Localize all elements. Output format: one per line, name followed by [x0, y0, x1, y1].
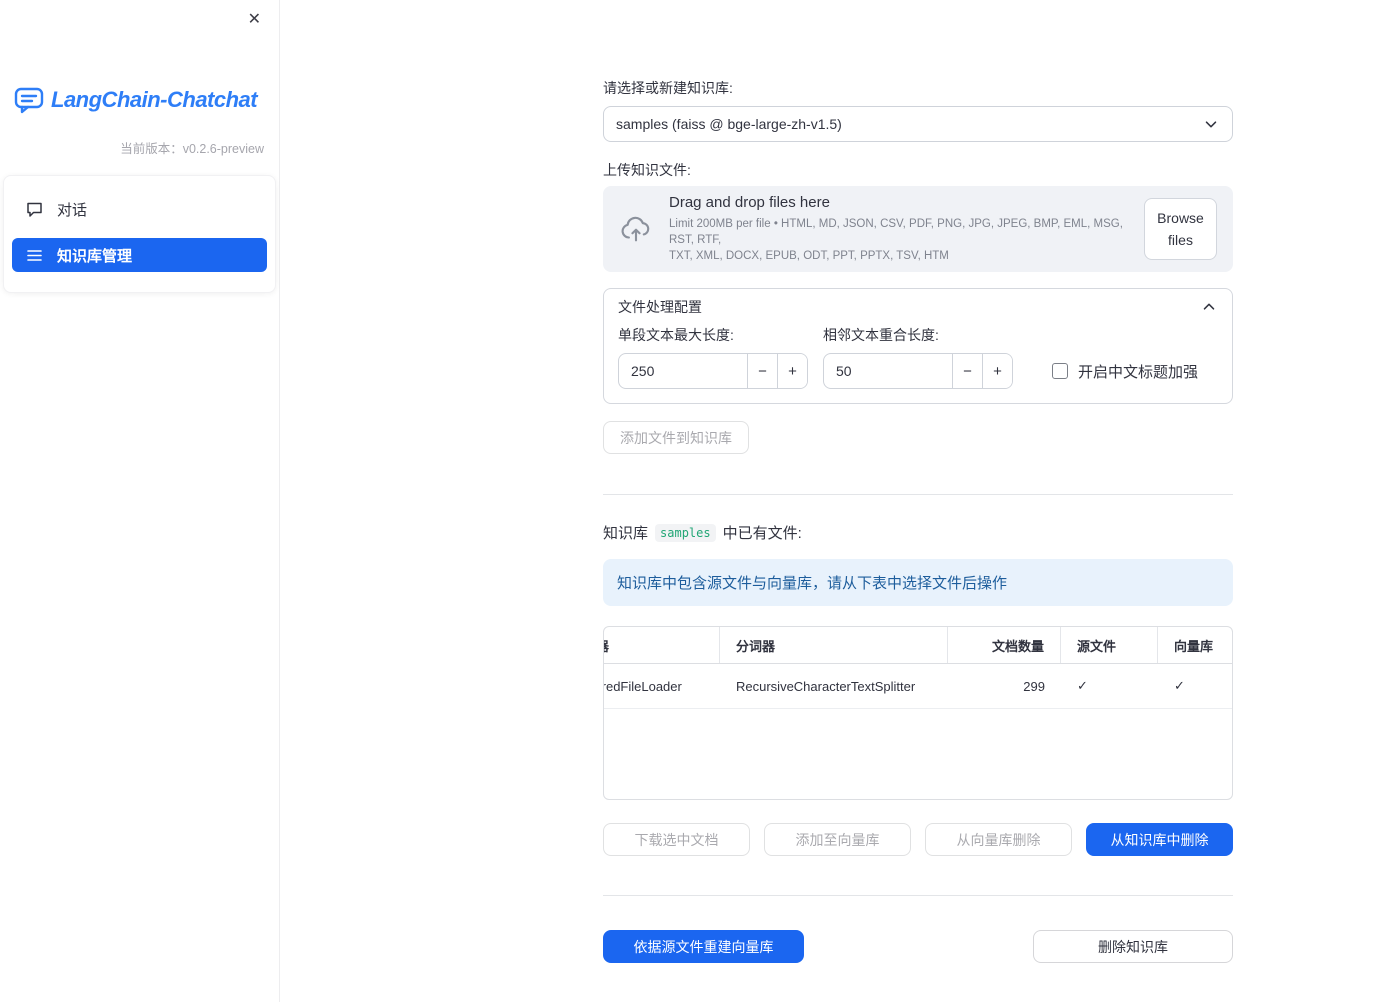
sidebar-close-icon[interactable]: ✕	[244, 8, 265, 32]
decrement-button[interactable]: −	[952, 354, 982, 388]
cell-vector-check: ✓	[1174, 678, 1185, 693]
column-header-vector: 向量库	[1174, 638, 1214, 654]
add-to-vector-button[interactable]: 添加至向量库	[764, 823, 911, 856]
info-banner: 知识库中包含源文件与向量库，请从下表中选择文件后操作	[603, 559, 1233, 606]
dropzone-text: Drag and drop files here Limit 200MB per…	[669, 194, 1144, 264]
kb-files-table[interactable]: 文档加载器 分词器 文档数量 源文件 向量库 UnstructuredFileL…	[603, 626, 1233, 800]
main-area: 请选择或新建知识库: samples (faiss @ bge-large-zh…	[280, 0, 1380, 1002]
kb-select[interactable]: samples (faiss @ bge-large-zh-v1.5)	[603, 106, 1233, 142]
download-selected-button[interactable]: 下载选中文档	[603, 823, 750, 856]
kb-bottom-actions: 依据源文件重建向量库 删除知识库	[603, 930, 1233, 963]
overlap-size-input[interactable]: 50	[824, 354, 952, 388]
chat-bubble-icon	[26, 201, 43, 218]
column-header-source: 源文件	[1061, 627, 1158, 663]
column-header-doc-count: 文档数量	[948, 627, 1061, 663]
file-dropzone[interactable]: Drag and drop files here Limit 200MB per…	[603, 186, 1233, 272]
column-header-splitter: 分词器	[720, 627, 948, 663]
delete-from-vector-button[interactable]: 从向量库删除	[925, 823, 1072, 856]
zh-title-checkbox[interactable]: 开启中文标题加强	[1052, 353, 1198, 389]
kb-select-label: 请选择或新建知识库:	[603, 80, 733, 96]
chevron-up-icon	[1200, 298, 1218, 316]
expander-title: 文件处理配置	[618, 299, 702, 315]
divider	[603, 494, 1233, 495]
browse-files-button[interactable]: Browse files	[1144, 197, 1217, 261]
kb-files-heading: 知识库 samples 中已有文件:	[603, 523, 802, 542]
increment-button[interactable]: +	[777, 354, 807, 388]
cell-doc-count: 299	[1023, 678, 1045, 694]
chat-logo-icon	[13, 84, 45, 116]
app-logo: LangChain-Chatchat	[13, 84, 267, 116]
app-title: LangChain-Chatchat	[51, 87, 258, 112]
sidebar-item-label: 对话	[57, 201, 88, 219]
expander-header[interactable]: 文件处理配置	[604, 289, 1232, 325]
sidebar-menu: 对话 知识库管理	[3, 175, 276, 293]
overlap-size-stepper: 50 − +	[823, 353, 1013, 389]
sidebar-item-chat[interactable]: 对话	[12, 192, 267, 226]
sidebar: ✕ LangChain-Chatchat 当前版本：v0.2.6-preview	[0, 0, 280, 1002]
checkbox-icon	[1052, 363, 1068, 379]
chunk-size-input[interactable]: 250	[619, 354, 747, 388]
cell-loader: UnstructuredFileLoader	[604, 678, 682, 694]
dropzone-hint: Limit 200MB per file • HTML, MD, JSON, C…	[669, 217, 1123, 263]
rebuild-vector-store-button[interactable]: 依据源文件重建向量库	[603, 930, 804, 963]
chevron-down-icon	[1202, 115, 1220, 133]
overlap-size-label: 相邻文本重合长度:	[823, 327, 939, 343]
version-label: 当前版本：v0.2.6-preview	[120, 142, 264, 156]
add-files-button[interactable]: 添加文件到知识库	[603, 421, 749, 454]
chunk-size-label: 单段文本最大长度:	[618, 327, 734, 343]
file-config-expander: 文件处理配置 单段文本最大长度: 250 − + 相邻文本重合长度: 50 − …	[603, 288, 1233, 404]
list-icon	[26, 247, 43, 264]
decrement-button[interactable]: −	[747, 354, 777, 388]
cell-splitter: RecursiveCharacterTextSplitter	[736, 678, 916, 694]
table-header: 文档加载器 分词器 文档数量 源文件 向量库	[604, 627, 1232, 664]
kb-name-code: samples	[655, 523, 716, 542]
cloud-upload-icon	[619, 212, 653, 246]
dropzone-title: Drag and drop files here	[669, 193, 830, 211]
sidebar-item-label: 知识库管理	[57, 247, 133, 265]
cell-source-check: ✓	[1077, 678, 1088, 693]
file-actions: 下载选中文档 添加至向量库 从向量库删除 从知识库中删除	[603, 823, 1233, 856]
sidebar-item-knowledge-base[interactable]: 知识库管理	[12, 238, 267, 272]
app-window: ✕ LangChain-Chatchat 当前版本：v0.2.6-preview	[0, 0, 1380, 1002]
increment-button[interactable]: +	[982, 354, 1012, 388]
delete-kb-button[interactable]: 删除知识库	[1033, 930, 1233, 963]
expander-body: 单段文本最大长度: 250 − + 相邻文本重合长度: 50 − + 开启中文标…	[604, 325, 1232, 403]
table-row[interactable]: UnstructuredFileLoader RecursiveCharacte…	[604, 664, 1232, 709]
delete-from-kb-button[interactable]: 从知识库中删除	[1086, 823, 1233, 856]
uploader-label: 上传知识文件:	[603, 162, 691, 178]
chunk-size-stepper: 250 − +	[618, 353, 808, 389]
divider	[603, 895, 1233, 896]
column-header-loader: 文档加载器	[604, 627, 720, 663]
zh-title-checkbox-label: 开启中文标题加强	[1078, 363, 1199, 381]
kb-select-value: samples (faiss @ bge-large-zh-v1.5)	[616, 116, 842, 132]
